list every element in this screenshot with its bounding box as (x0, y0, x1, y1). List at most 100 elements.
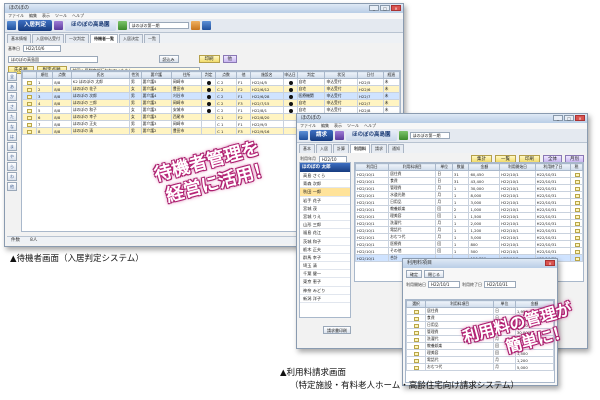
resident-list-item[interactable]: 千葉 健一 (300, 270, 350, 279)
row-checkbox[interactable] (414, 358, 420, 363)
row-checkbox[interactable] (27, 94, 33, 99)
table-row[interactable]: 4 8/8 ほのぼの 三郎男要介護3 岡崎市 C 2 F3 H22/7/15 自宅 申込受付 H2… (22, 99, 401, 107)
column-header[interactable]: 施設名 (249, 71, 284, 79)
menu-item[interactable]: 編集 (321, 123, 329, 129)
row-checkbox[interactable] (414, 351, 420, 356)
resident-list-item[interactable]: 群馬 幸子 (300, 254, 350, 263)
kana-filter-button[interactable]: わ (7, 172, 17, 181)
kana-filter-button[interactable]: ま (7, 142, 17, 151)
switch-icon[interactable] (54, 21, 64, 30)
kana-filter-button[interactable]: は (7, 132, 17, 141)
column-header[interactable] (22, 71, 37, 79)
column-header[interactable]: 要介護 (140, 71, 172, 79)
tab-item[interactable]: 基本情報 (7, 34, 31, 43)
row-checkbox[interactable] (27, 129, 33, 134)
resident-list-item[interactable]: 栃木 正夫 (300, 246, 350, 254)
row-checkbox[interactable] (574, 249, 580, 254)
kana-filter-button[interactable]: な (7, 122, 17, 131)
column-header[interactable]: 単位 (435, 163, 453, 171)
row-checkbox[interactable] (574, 193, 580, 198)
tab-item[interactable]: 計算 (333, 144, 349, 153)
table-row[interactable]: H22/10/1 日用品月 1 3,000 H22/10/1 H22/10/31 (354, 198, 583, 206)
column-header[interactable]: 点数 (52, 71, 72, 79)
group-select[interactable]: ほのぼの第一期 (128, 22, 189, 29)
menu-item[interactable]: ファイル (300, 123, 316, 129)
home-icon[interactable] (299, 131, 308, 140)
kana-filter-button[interactable]: ら (7, 162, 17, 171)
kana-filter-button[interactable]: か (7, 92, 17, 101)
close-icon[interactable]: × (575, 115, 585, 121)
table-row[interactable]: H22/10/1 管理費月 1 30,000 H22/10/1 H22/10/31 (354, 184, 583, 192)
table-row[interactable]: 2 8/8 ほのぼの 花子女要介護4 豊田市 C 2 F2 H22/6/12 自宅 申込受付 H2… (22, 85, 401, 93)
column-header[interactable]: 数量 (451, 163, 470, 171)
resident-list-item[interactable]: 東京 恵子 (300, 278, 350, 287)
row-checkbox[interactable] (27, 101, 33, 106)
menu-item[interactable]: ヘルプ (72, 13, 84, 19)
kana-filter-button[interactable]: 全 (7, 72, 17, 81)
row-checkbox[interactable] (27, 87, 33, 92)
column-header[interactable]: 税 (570, 163, 583, 171)
end-field[interactable]: H22/10/31 (484, 281, 516, 288)
menu-item[interactable]: 編集 (29, 13, 37, 19)
close-icon[interactable]: × (545, 260, 555, 266)
row-checkbox[interactable] (414, 323, 420, 328)
home-icon[interactable] (7, 21, 16, 30)
column-header[interactable]: 選択 (405, 300, 427, 308)
column-header[interactable]: 経過 (382, 71, 401, 79)
resident-list-item[interactable]: 岩手 花子 (300, 197, 350, 205)
switch-icon[interactable] (335, 131, 345, 140)
resident-list-item[interactable]: 秋田 一郎 (300, 188, 350, 197)
column-header[interactable]: 他 (236, 71, 251, 79)
column-header[interactable]: 利用料項目 (425, 300, 495, 308)
column-header[interactable]: 状況 (324, 71, 359, 79)
menu-item[interactable]: 表示 (334, 123, 342, 129)
resident-list-item[interactable]: 神奈 みどり (300, 287, 350, 295)
close-button[interactable]: 閉じる (424, 270, 444, 278)
tab-item[interactable]: 入居申込受付 (32, 34, 64, 43)
resident-list-item[interactable]: 高島 さくら (300, 172, 350, 181)
other-button[interactable]: 他 (222, 55, 237, 63)
row-checkbox[interactable] (574, 207, 580, 212)
resident-list-item[interactable]: 山形 三郎 (300, 221, 350, 230)
confirm-button[interactable]: 確定 (406, 270, 422, 278)
load-button[interactable]: 読込み (158, 55, 179, 63)
row-checkbox[interactable] (414, 344, 420, 349)
resident-list-item[interactable]: 埼玉 清 (300, 262, 350, 271)
tab-item[interactable]: 利用料 (350, 144, 370, 153)
table-row[interactable]: H22/10/1 医療費回 1 800 H22/10/1 H22/10/31 (354, 240, 583, 248)
table-row[interactable]: H22/10/1 理美容回 1 1,500 H22/10/1 H22/10/31 (354, 212, 583, 220)
menu-item[interactable]: ツール (347, 123, 359, 129)
exit-icon[interactable] (201, 21, 211, 30)
column-header[interactable]: 利用開始日 (499, 163, 536, 171)
tab-item[interactable]: 通知 (388, 144, 404, 153)
menu-item[interactable]: 表示 (42, 13, 50, 19)
kana-filter-button[interactable]: や (7, 152, 17, 161)
column-header[interactable]: 判定 (296, 71, 326, 79)
row-checkbox[interactable] (574, 179, 580, 184)
kana-filter-button[interactable]: 他 (7, 182, 17, 191)
help-icon[interactable] (190, 21, 200, 30)
minimize-icon[interactable]: _ (553, 115, 563, 121)
row-checkbox[interactable] (414, 337, 420, 342)
column-header[interactable]: 順位 (35, 71, 54, 79)
resident-list-item[interactable]: 青森 次郎 (300, 180, 350, 189)
column-header[interactable]: 性別 (129, 71, 142, 79)
column-header[interactable]: 氏名 (70, 71, 131, 79)
row-checkbox[interactable] (574, 235, 580, 240)
tab-item[interactable]: 請求 (371, 144, 387, 153)
row-checkbox[interactable] (574, 186, 580, 191)
maximize-icon[interactable]: □ (380, 5, 390, 11)
menu-item[interactable]: ファイル (8, 13, 24, 19)
date-field[interactable]: H22/10/6 (23, 45, 61, 52)
tab-item[interactable]: 基本 (299, 144, 315, 153)
row-checkbox[interactable] (414, 330, 420, 335)
table-row[interactable]: H22/10/1 電話代月 1 1,200 H22/10/1 H22/10/31 (354, 226, 583, 234)
kana-filter-button[interactable]: あ (7, 82, 17, 91)
row-checkbox[interactable] (27, 122, 33, 127)
tab-item[interactable]: 入居 (316, 144, 332, 153)
row-checkbox[interactable] (574, 256, 580, 261)
column-header[interactable]: 利用料項目 (388, 163, 437, 171)
table-row[interactable]: 3 8/8 ほのぼの 次郎男要介護4 刈谷市 C 2 F1 H22/6/28 医療機関 申込受付… (22, 92, 401, 100)
refresh-icon[interactable] (117, 21, 127, 30)
menu-item[interactable]: ヘルプ (364, 123, 376, 129)
